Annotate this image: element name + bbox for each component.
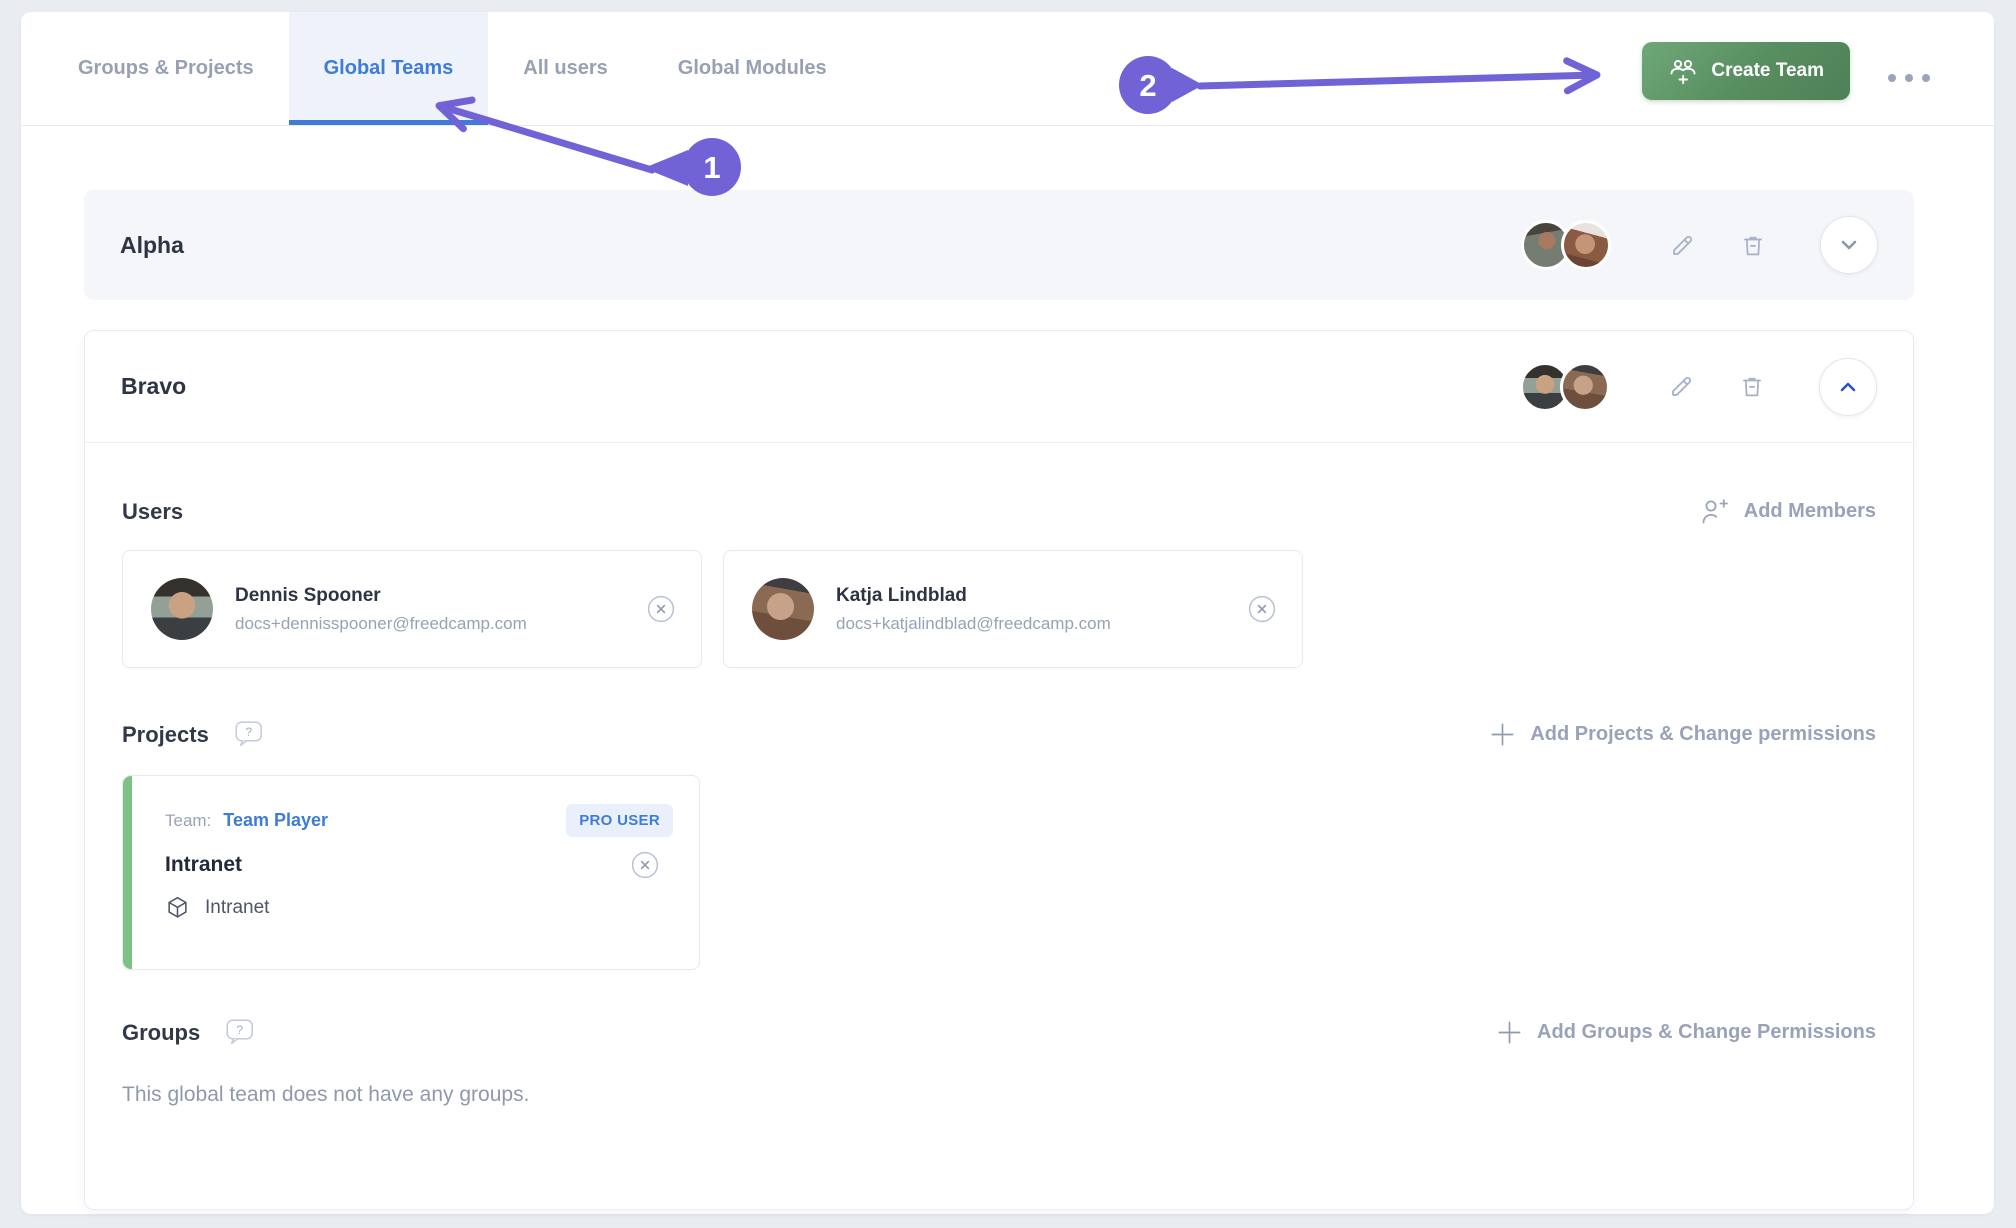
- team-name: Bravo: [121, 373, 186, 400]
- team-label: Team:: [165, 811, 211, 831]
- pro-user-badge: PRO USER: [566, 804, 673, 837]
- projects-heading: Projects: [122, 722, 209, 748]
- svg-text:?: ?: [245, 725, 252, 739]
- avatar: [1560, 362, 1610, 412]
- add-groups-label: Add Groups & Change Permissions: [1537, 1021, 1876, 1044]
- collapse-team-button[interactable]: [1819, 358, 1877, 416]
- add-team-icon: [1668, 57, 1698, 85]
- team-controls: [1521, 216, 1878, 274]
- team-card-bravo: Bravo: [84, 330, 1914, 1210]
- project-module-row: Intranet: [165, 895, 673, 920]
- delete-team-icon[interactable]: [1740, 232, 1766, 259]
- team-row-alpha: Alpha: [84, 190, 1914, 300]
- tab-global-teams[interactable]: Global Teams: [289, 12, 489, 125]
- tab-groups-projects[interactable]: Groups & Projects: [43, 12, 289, 125]
- create-team-label: Create Team: [1711, 60, 1824, 82]
- member-email: docs+katjalindblad@freedcamp.com: [836, 614, 1111, 634]
- groups-help-icon[interactable]: ?: [226, 1019, 254, 1046]
- project-card: Team: Team Player PRO USER Intranet: [122, 775, 700, 970]
- project-name: Intranet: [165, 853, 242, 877]
- tab-bar: Groups & Projects Global Teams All users…: [21, 12, 1994, 126]
- team-avatars: [1520, 362, 1610, 412]
- members-list: Dennis Spooner docs+dennisspooner@freedc…: [122, 550, 1876, 668]
- tab-label: All users: [523, 57, 607, 80]
- delete-team-icon[interactable]: [1739, 373, 1765, 400]
- person-add-icon: [1700, 497, 1731, 526]
- remove-member-icon[interactable]: [1248, 595, 1276, 623]
- tab-all-users[interactable]: All users: [488, 12, 642, 125]
- svg-text:?: ?: [237, 1023, 244, 1037]
- more-menu-icon[interactable]: [1888, 74, 1930, 82]
- plus-icon: [1488, 720, 1517, 749]
- team-details: Users Add Members Den: [85, 497, 1913, 1107]
- remove-member-icon[interactable]: [647, 595, 675, 623]
- project-name-row: Intranet: [165, 851, 673, 879]
- create-team-button[interactable]: Create Team: [1642, 42, 1850, 100]
- team-header: Bravo: [85, 331, 1913, 443]
- groups-heading: Groups: [122, 1020, 200, 1046]
- avatar: [1561, 220, 1611, 270]
- add-projects-label: Add Projects & Change permissions: [1530, 723, 1876, 746]
- plus-icon: [1495, 1018, 1524, 1047]
- tab-label: Groups & Projects: [78, 57, 254, 80]
- projects-help-icon[interactable]: ?: [235, 721, 263, 748]
- team-avatars: [1521, 220, 1611, 270]
- member-name: Katja Lindblad: [836, 585, 1111, 607]
- expand-team-button[interactable]: [1820, 216, 1878, 274]
- avatar: [151, 578, 213, 640]
- member-name: Dennis Spooner: [235, 585, 527, 607]
- add-members-label: Add Members: [1744, 500, 1876, 523]
- admin-panel: Groups & Projects Global Teams All users…: [21, 12, 1994, 1214]
- team-controls: [1520, 358, 1877, 416]
- groups-empty-text: This global team does not have any group…: [122, 1083, 1876, 1107]
- member-card: Dennis Spooner docs+dennisspooner@freedc…: [122, 550, 702, 668]
- project-team-row: Team: Team Player PRO USER: [165, 804, 673, 837]
- tab-label: Global Teams: [324, 57, 454, 80]
- module-cube-icon: [165, 895, 190, 920]
- edit-team-icon[interactable]: [1669, 232, 1696, 259]
- add-groups-link[interactable]: Add Groups & Change Permissions: [1495, 1018, 1876, 1047]
- team-name: Alpha: [120, 232, 184, 259]
- module-name: Intranet: [205, 897, 269, 919]
- tab-label: Global Modules: [678, 57, 827, 80]
- edit-team-icon[interactable]: [1668, 373, 1695, 400]
- users-heading: Users: [122, 499, 183, 525]
- add-members-link[interactable]: Add Members: [1700, 497, 1876, 526]
- avatar: [752, 578, 814, 640]
- add-projects-link[interactable]: Add Projects & Change permissions: [1488, 720, 1876, 749]
- member-card: Katja Lindblad docs+katjalindblad@freedc…: [723, 550, 1303, 668]
- member-email: docs+dennisspooner@freedcamp.com: [235, 614, 527, 634]
- team-link[interactable]: Team Player: [223, 810, 328, 831]
- remove-project-icon[interactable]: [631, 851, 659, 879]
- tab-global-modules[interactable]: Global Modules: [643, 12, 862, 125]
